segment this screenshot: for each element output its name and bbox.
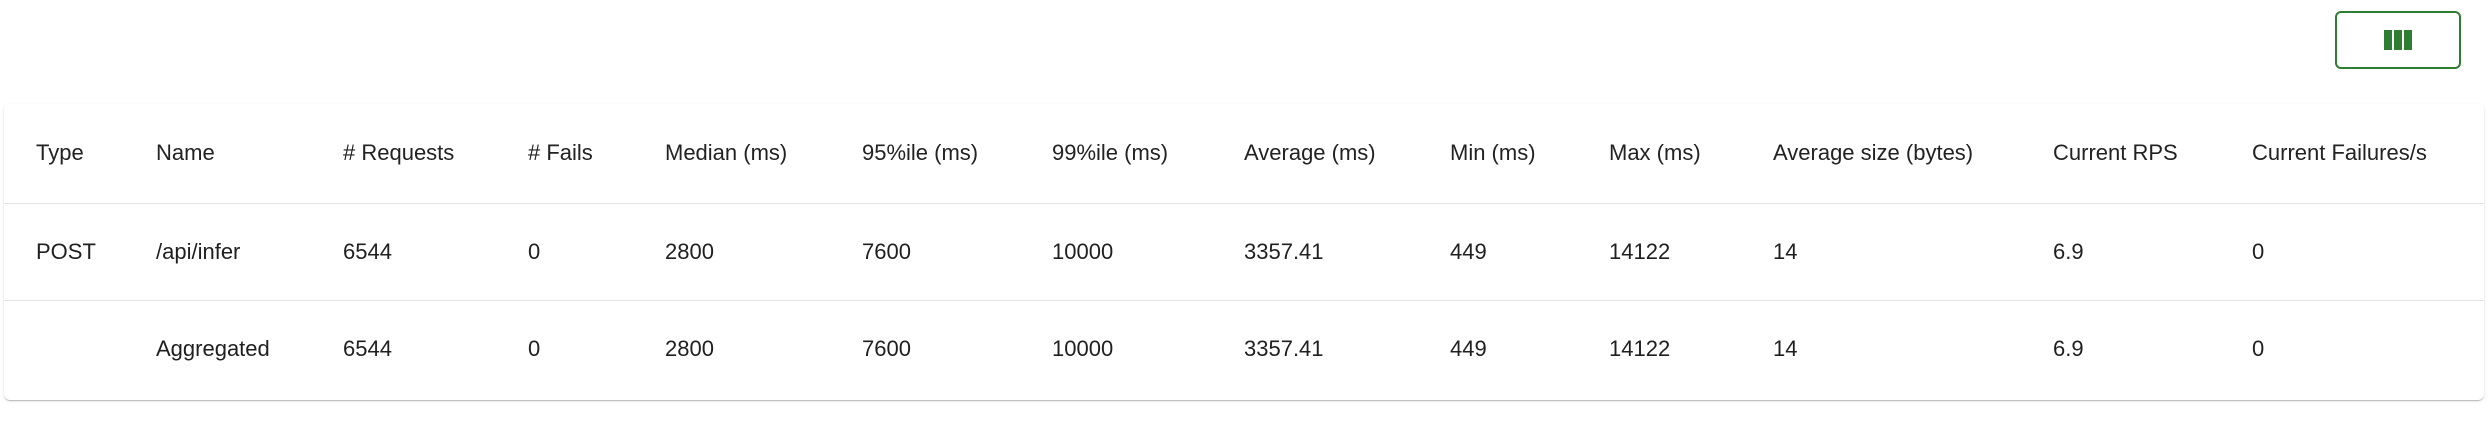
cell-current-rps: 6.9	[2037, 203, 2236, 301]
header-name[interactable]: Name	[140, 104, 327, 204]
request-statistics-table: Type Name # Requests # Fails Median (ms)…	[4, 104, 2484, 397]
column-toggle-icon	[2383, 28, 2413, 52]
table-header-row: Type Name # Requests # Fails Median (ms)…	[4, 104, 2484, 204]
cell-name: Aggregated	[156, 335, 270, 361]
cell-median: 2800	[665, 335, 714, 361]
cell-fails: 0	[528, 335, 541, 361]
header-current-rps[interactable]: Current RPS	[2037, 104, 2236, 204]
table-row: POST /api/infer 6544 0 2800 7600 10000 3…	[4, 203, 2484, 301]
cell-99th-percentile: 10000	[1052, 335, 1114, 361]
table-toolbar	[2318, 10, 2478, 70]
cell-min: 449	[1450, 335, 1487, 361]
cell-average: 3357.41	[1228, 203, 1434, 301]
header-average[interactable]: Average (ms)	[1228, 104, 1434, 204]
cell-95th-percentile: 7600	[862, 335, 911, 361]
cell-average: 3357.41	[1244, 335, 1324, 361]
header-requests[interactable]: # Requests	[327, 104, 512, 204]
cell-type	[4, 300, 140, 397]
cell-current-failures: 0	[2252, 335, 2265, 361]
cell-99th-percentile: 10000	[1036, 203, 1228, 301]
stats-table-card: Type Name # Requests # Fails Median (ms)…	[4, 104, 2484, 400]
cell-current-rps: 6.9	[2053, 335, 2084, 361]
cell-requests: 6544	[343, 335, 392, 361]
header-99th-percentile[interactable]: 99%ile (ms)	[1036, 104, 1228, 204]
columns-toggle-button[interactable]	[2335, 11, 2461, 69]
header-type[interactable]: Type	[4, 104, 140, 204]
table-header: Type Name # Requests # Fails Median (ms)…	[4, 104, 2484, 204]
header-current-failures[interactable]: Current Failures/s	[2236, 104, 2484, 204]
header-min[interactable]: Min (ms)	[1434, 104, 1593, 204]
cell-median: 2800	[649, 203, 846, 301]
cell-max: 14122	[1593, 203, 1757, 301]
cell-min: 449	[1434, 203, 1593, 301]
cell-requests: 6544	[327, 203, 512, 301]
cell-average-size: 14	[1773, 335, 1798, 361]
header-average-size[interactable]: Average size (bytes)	[1757, 104, 2037, 204]
cell-type: POST	[4, 203, 140, 301]
cell-max: 14122	[1609, 335, 1671, 361]
cell-current-failures: 0	[2236, 203, 2484, 301]
header-max[interactable]: Max (ms)	[1593, 104, 1757, 204]
header-95th-percentile[interactable]: 95%ile (ms)	[846, 104, 1036, 204]
cell-average-size: 14	[1757, 203, 2037, 301]
table-body: POST /api/infer 6544 0 2800 7600 10000 3…	[4, 203, 2484, 397]
table-row: Aggregated 6544 0 2800 7600 10000 3357.4…	[4, 300, 2484, 397]
header-fails[interactable]: # Fails	[512, 104, 649, 204]
cell-95th-percentile: 7600	[846, 203, 1036, 301]
cell-fails: 0	[512, 203, 649, 301]
header-median[interactable]: Median (ms)	[649, 104, 846, 204]
cell-name: /api/infer	[140, 203, 327, 301]
